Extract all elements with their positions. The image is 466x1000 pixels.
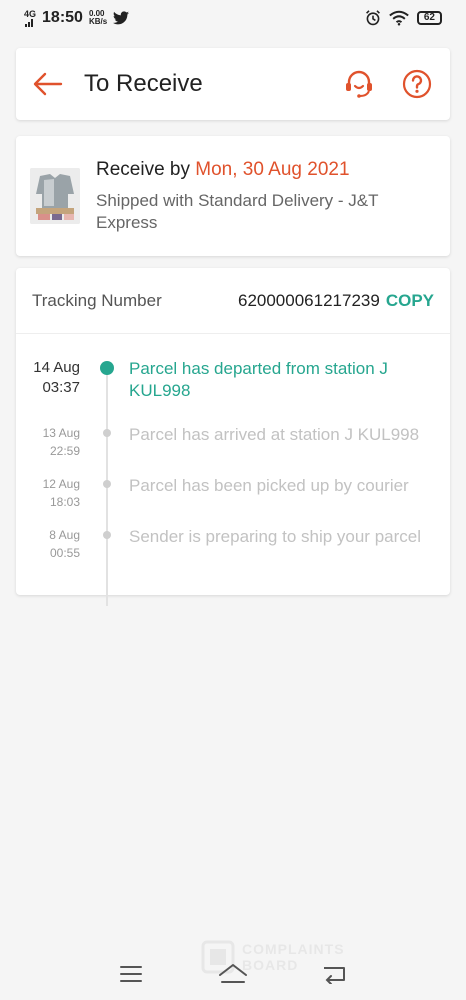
event-time: 22:59 bbox=[49, 444, 80, 458]
back-nav-button[interactable] bbox=[318, 959, 352, 989]
product-image bbox=[30, 168, 80, 224]
arrow-left-icon bbox=[33, 72, 63, 96]
event-time: 18:03 bbox=[49, 495, 80, 509]
event-timestamp: 13 Aug 22:59 bbox=[16, 424, 80, 475]
wifi-icon bbox=[389, 10, 409, 26]
help-button[interactable] bbox=[400, 67, 434, 101]
shipping-info: Shipped with Standard Delivery - J&T Exp… bbox=[96, 190, 379, 232]
event-date: 14 Aug bbox=[33, 359, 80, 376]
home-button[interactable] bbox=[216, 959, 250, 989]
battery-level: 62 bbox=[423, 12, 435, 23]
network-type: 4G bbox=[24, 8, 37, 19]
speed-unit: KB/s bbox=[88, 17, 108, 26]
timeline-event: 14 Aug 03:37 Parcel has departed from st… bbox=[16, 358, 450, 424]
customer-support-button[interactable] bbox=[342, 67, 376, 101]
tracking-number-label: Tracking Number bbox=[32, 290, 162, 310]
event-date: 13 Aug bbox=[42, 426, 80, 440]
timeline-dot bbox=[103, 480, 111, 488]
home-icon bbox=[219, 964, 247, 983]
battery-indicator: 62 bbox=[416, 11, 442, 25]
tracking-number: 620000061217239 bbox=[237, 290, 380, 310]
event-time: 03:37 bbox=[42, 379, 80, 396]
receive-date: Mon, 30 Aug 2021 bbox=[195, 158, 350, 180]
status-bar: 4G 18:50 0.00 KB/s 62 bbox=[0, 0, 466, 36]
timeline-dot bbox=[103, 531, 111, 539]
copy-button[interactable]: COPY bbox=[386, 291, 434, 311]
event-time: 00:55 bbox=[49, 546, 80, 560]
timeline-event: 13 Aug 22:59 Parcel has arrived at stati… bbox=[16, 424, 450, 475]
timeline-dot-active bbox=[100, 361, 114, 375]
receive-by-label: Receive by bbox=[96, 158, 196, 180]
product-thumbnail[interactable] bbox=[30, 168, 80, 224]
signal-icon bbox=[25, 18, 33, 27]
help-icon bbox=[402, 69, 432, 99]
event-date: 8 Aug bbox=[49, 528, 80, 542]
network-speed: 0.00 KB/s bbox=[89, 10, 107, 26]
tracking-timeline: 14 Aug 03:37 Parcel has departed from st… bbox=[16, 334, 450, 606]
event-timestamp: 14 Aug 03:37 bbox=[16, 358, 80, 424]
tracking-number-row: Tracking Number 620000061217239 COPY bbox=[16, 268, 450, 334]
timeline-event: 12 Aug 18:03 Parcel has been picked up b… bbox=[16, 475, 450, 526]
menu-icon bbox=[120, 966, 142, 982]
alarm-icon bbox=[365, 10, 380, 26]
event-timestamp: 12 Aug 18:03 bbox=[16, 475, 80, 526]
event-description: Parcel has arrived at station J KUL998 bbox=[129, 425, 420, 444]
twitter-icon bbox=[113, 11, 130, 25]
page-header: To Receive bbox=[16, 48, 450, 120]
event-description: Parcel has departed from station J KUL99… bbox=[129, 359, 388, 400]
network-indicator: 4G bbox=[24, 8, 37, 27]
event-description: Parcel has been picked up by courier bbox=[129, 476, 409, 495]
timeline-event: 8 Aug 00:55 Sender is preparing to ship … bbox=[16, 526, 450, 586]
menu-button[interactable] bbox=[114, 959, 148, 989]
receive-by-line: Receive by Mon, 30 Aug 2021 bbox=[96, 159, 416, 181]
page-title: To Receive bbox=[84, 70, 203, 97]
system-nav-bar bbox=[0, 948, 466, 1000]
timeline-dot bbox=[103, 429, 111, 437]
event-timestamp: 8 Aug 00:55 bbox=[16, 526, 80, 586]
tracking-details: Tracking Number 620000061217239 COPY 14 … bbox=[16, 268, 450, 606]
event-date: 12 Aug bbox=[42, 477, 80, 491]
event-description: Sender is preparing to ship your parcel bbox=[129, 527, 421, 546]
back-button[interactable] bbox=[32, 68, 64, 100]
headset-icon bbox=[346, 70, 372, 98]
status-time: 18:50 bbox=[42, 9, 83, 26]
delivery-summary: Receive by Mon, 30 Aug 2021 Shipped with… bbox=[16, 136, 450, 256]
return-icon bbox=[324, 967, 345, 984]
